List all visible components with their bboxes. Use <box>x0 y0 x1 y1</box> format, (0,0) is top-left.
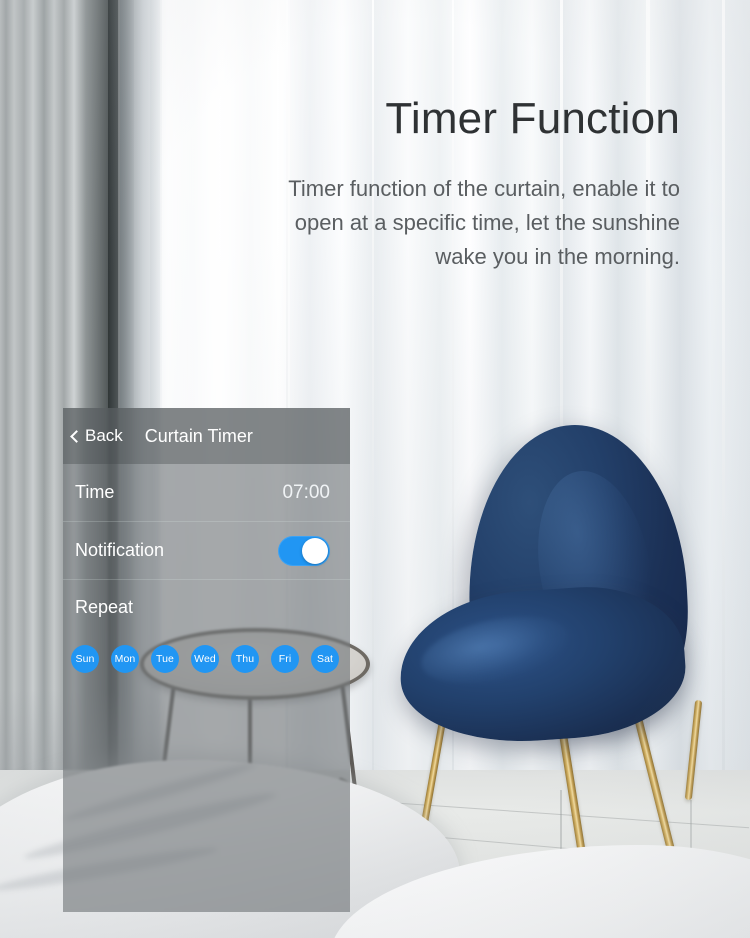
page-title: Timer Function <box>385 94 680 143</box>
notification-toggle[interactable] <box>278 535 330 566</box>
day-chip-fri[interactable]: Fri <box>271 645 299 673</box>
back-button[interactable]: Back <box>70 426 123 446</box>
day-chip-tue[interactable]: Tue <box>151 645 179 673</box>
floor-seam <box>560 790 562 850</box>
repeat-day-selector: Sun Mon Tue Wed Thu Fri Sat <box>71 645 339 673</box>
chevron-left-icon <box>70 429 83 443</box>
toggle-knob <box>302 537 328 564</box>
day-chip-sat[interactable]: Sat <box>311 645 339 673</box>
row-repeat: Repeat <box>63 580 350 634</box>
time-label: Time <box>75 482 115 502</box>
day-chip-thu[interactable]: Thu <box>231 645 259 673</box>
curtain-seam <box>722 0 725 790</box>
row-notification: Notification <box>63 522 350 580</box>
back-button-label: Back <box>85 426 123 445</box>
notification-label: Notification <box>75 540 165 560</box>
day-chip-sun[interactable]: Sun <box>71 645 99 673</box>
marketing-copy: Timer Function Timer function of the cur… <box>280 94 680 274</box>
row-time[interactable]: Time 07:00 <box>63 464 350 522</box>
panel-title: Curtain Timer <box>144 425 253 446</box>
time-value: 07:00 <box>282 481 330 503</box>
marketing-description: Timer function of the curtain, enable it… <box>288 176 680 270</box>
day-chip-mon[interactable]: Mon <box>111 645 139 673</box>
repeat-label: Repeat <box>75 596 134 617</box>
screenshot-root: Timer Function Timer function of the cur… <box>0 0 750 938</box>
day-chip-wed[interactable]: Wed <box>191 645 219 673</box>
panel-header: Back Curtain Timer <box>63 408 350 464</box>
